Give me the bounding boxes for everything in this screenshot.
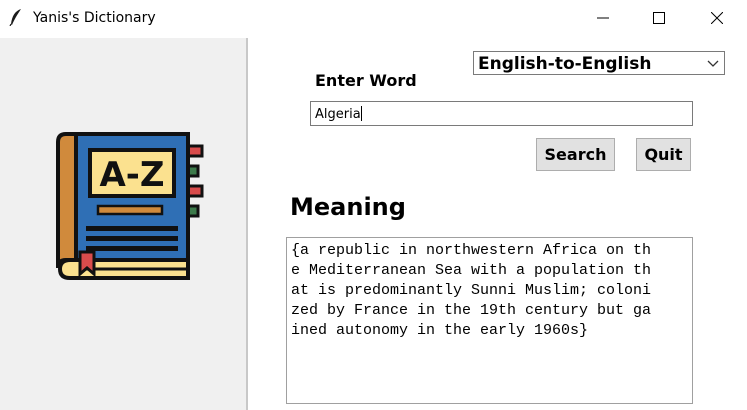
- window-title: Yanis's Dictionary: [33, 10, 156, 26]
- maximize-button[interactable]: [636, 0, 682, 36]
- language-mode-value: English-to-English: [478, 54, 652, 74]
- language-mode-select[interactable]: English-to-English: [473, 51, 725, 75]
- dictionary-book-icon: A-Z: [56, 132, 204, 280]
- enter-word-label: Enter Word: [315, 71, 417, 90]
- close-icon: [711, 12, 723, 24]
- chevron-down-icon: [707, 60, 719, 67]
- meaning-line: e Mediterranean Sea with a population th: [291, 262, 652, 279]
- search-button[interactable]: Search: [536, 138, 615, 171]
- meaning-textarea[interactable]: {a republic in northwestern Africa on th…: [286, 237, 693, 404]
- minimize-icon: [597, 17, 609, 19]
- maximize-icon: [653, 12, 665, 24]
- meaning-line: at is predominantly Sunni Muslim; coloni: [291, 282, 652, 299]
- minimize-button[interactable]: [580, 0, 626, 36]
- title-bar: Yanis's Dictionary: [0, 0, 747, 36]
- word-input[interactable]: Algeria: [310, 101, 693, 126]
- close-button[interactable]: [694, 0, 740, 36]
- meaning-line: zed by France in the 19th century but ga: [291, 302, 652, 319]
- text-caret: [360, 106, 362, 121]
- meaning-heading: Meaning: [290, 193, 406, 221]
- feather-icon: [9, 9, 21, 26]
- meaning-line: ined autonomy in the early 1960s}: [291, 322, 589, 339]
- panel-divider: [246, 38, 248, 410]
- quit-button[interactable]: Quit: [636, 138, 691, 171]
- meaning-line: {a republic in northwestern Africa on th: [291, 242, 652, 259]
- book-label-text: A-Z: [99, 155, 164, 195]
- word-input-value: Algeria: [315, 107, 361, 122]
